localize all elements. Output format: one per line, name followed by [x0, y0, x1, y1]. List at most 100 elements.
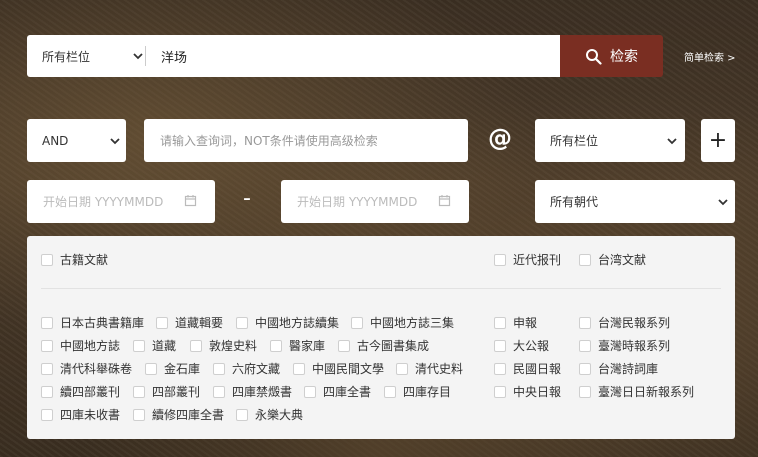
- checkbox-box[interactable]: [133, 408, 145, 421]
- checkbox-collection[interactable]: 古今圖書集成: [338, 337, 429, 354]
- field-select-value: 所有栏位: [42, 49, 91, 64]
- checkbox-label: 四庫未收書: [60, 408, 121, 422]
- operator-select[interactable]: AND: [27, 119, 126, 162]
- checkbox-collection[interactable]: 中國地方誌續集: [236, 314, 339, 331]
- checkbox-modern-periodicals[interactable]: 近代报刊: [494, 251, 561, 268]
- checkbox-box[interactable]: [145, 362, 157, 375]
- end-date-input[interactable]: 开始日期 YYYYMMDD: [281, 180, 469, 223]
- checkbox-collection[interactable]: 醫家庫: [270, 337, 325, 354]
- advanced-query-input[interactable]: 请输入查询词，NOT条件请使用高级检索: [144, 119, 468, 162]
- checkbox-periodical[interactable]: 民國日報: [494, 360, 561, 377]
- calendar-icon: [438, 195, 451, 207]
- checkbox-box[interactable]: [41, 253, 53, 266]
- checkbox-box[interactable]: [304, 385, 316, 398]
- checkbox-collection[interactable]: 永樂大典: [236, 406, 303, 423]
- checkbox-label: 清代科舉硃卷: [60, 362, 133, 376]
- search-input[interactable]: 洋场: [146, 35, 560, 77]
- checkbox-box[interactable]: [190, 339, 202, 352]
- checkbox-label: 中央日報: [513, 385, 562, 399]
- checkbox-collection[interactable]: 四部叢刊: [133, 383, 200, 400]
- checkbox-label: 道藏輯要: [175, 316, 224, 330]
- checkbox-collection[interactable]: 四庫全書: [304, 383, 371, 400]
- operator-value: AND: [42, 133, 69, 148]
- checkbox-box[interactable]: [494, 385, 506, 398]
- checkbox-collection[interactable]: 續修四庫全書: [133, 406, 224, 423]
- checkbox-collection[interactable]: 清代史料: [396, 360, 463, 377]
- checkbox-periodical[interactable]: 申報: [494, 314, 537, 331]
- checkbox-box[interactable]: [396, 362, 408, 375]
- checkbox-collection[interactable]: 四庫未收書: [41, 406, 120, 423]
- main-search-bar: 所有栏位 洋场: [27, 35, 560, 77]
- checkbox-label: 台灣民報系列: [598, 316, 671, 330]
- checkbox-box[interactable]: [133, 339, 145, 352]
- checkbox-taiwan[interactable]: 台灣民報系列: [579, 314, 670, 331]
- checkbox-box[interactable]: [41, 385, 53, 398]
- checkbox-label: 民國日報: [513, 362, 562, 376]
- checkbox-collection[interactable]: 續四部叢刊: [41, 383, 120, 400]
- checkbox-box[interactable]: [41, 339, 53, 352]
- checkbox-ancient-texts[interactable]: 古籍文献: [41, 251, 108, 268]
- checkbox-label: 金石庫: [164, 362, 201, 376]
- chevron-down-icon: [718, 199, 728, 206]
- checkbox-box[interactable]: [494, 316, 506, 329]
- checkbox-box[interactable]: [494, 339, 506, 352]
- checkbox-collection[interactable]: 六府文藏: [213, 360, 280, 377]
- checkbox-box[interactable]: [494, 253, 506, 266]
- checkbox-collection[interactable]: 道藏輯要: [156, 314, 223, 331]
- checkbox-periodical[interactable]: 大公報: [494, 337, 549, 354]
- checkbox-box[interactable]: [579, 316, 591, 329]
- checkbox-collection[interactable]: 四庫存目: [384, 383, 451, 400]
- checkbox-box[interactable]: [494, 362, 506, 375]
- checkbox-collection[interactable]: 四庫禁燬書: [213, 383, 292, 400]
- checkbox-box[interactable]: [213, 362, 225, 375]
- end-date-placeholder: 开始日期 YYYYMMDD: [297, 195, 418, 209]
- checkbox-box[interactable]: [156, 316, 168, 329]
- add-condition-button[interactable]: +: [701, 119, 735, 162]
- checkbox-label: 中國地方誌: [60, 339, 121, 353]
- checkbox-box[interactable]: [338, 339, 350, 352]
- simple-search-link[interactable]: 简单检索 >: [684, 49, 736, 64]
- checkbox-collection[interactable]: 金石庫: [145, 360, 200, 377]
- checkbox-box[interactable]: [41, 408, 53, 421]
- checkbox-box[interactable]: [41, 362, 53, 375]
- checkbox-taiwan[interactable]: 台灣詩詞庫: [579, 360, 658, 377]
- date-separator: -: [243, 186, 251, 211]
- checkbox-taiwan[interactable]: 臺灣時報系列: [579, 337, 670, 354]
- checkbox-box[interactable]: [384, 385, 396, 398]
- field-select[interactable]: 所有栏位: [27, 35, 145, 77]
- checkbox-box[interactable]: [579, 253, 591, 266]
- checkbox-box[interactable]: [351, 316, 363, 329]
- start-date-input[interactable]: 开始日期 YYYYMMDD: [27, 180, 215, 223]
- checkbox-label: 四庫禁燬書: [232, 385, 293, 399]
- checkbox-collection[interactable]: 清代科舉硃卷: [41, 360, 132, 377]
- search-button[interactable]: 检索: [560, 35, 663, 77]
- search-button-label: 检索: [610, 49, 638, 65]
- checkbox-collection[interactable]: 道藏: [133, 337, 176, 354]
- checkbox-collection[interactable]: 敦煌史料: [190, 337, 257, 354]
- checkbox-label: 日本古典書籍庫: [60, 316, 145, 330]
- checkbox-label: 近代报刊: [513, 253, 562, 267]
- checkbox-periodical[interactable]: 中央日報: [494, 383, 561, 400]
- chevron-down-icon: [133, 53, 143, 60]
- checkbox-box[interactable]: [236, 316, 248, 329]
- checkbox-box[interactable]: [236, 408, 248, 421]
- checkbox-box[interactable]: [579, 339, 591, 352]
- checkbox-collection[interactable]: 中國地方誌三集: [351, 314, 454, 331]
- checkbox-collection[interactable]: 中國民間文學: [293, 360, 384, 377]
- checkbox-box[interactable]: [133, 385, 145, 398]
- checkbox-box[interactable]: [579, 362, 591, 375]
- checkbox-taiwan-documents[interactable]: 台湾文献: [579, 251, 646, 268]
- checkbox-box[interactable]: [293, 362, 305, 375]
- advanced-field-select[interactable]: 所有栏位: [535, 119, 685, 162]
- checkbox-taiwan[interactable]: 臺灣日日新報系列: [579, 383, 694, 400]
- dynasty-select[interactable]: 所有朝代: [535, 180, 735, 223]
- checkbox-box[interactable]: [579, 385, 591, 398]
- checkbox-box[interactable]: [213, 385, 225, 398]
- checkbox-label: 四庫全書: [323, 385, 372, 399]
- checkbox-label: 台灣詩詞庫: [598, 362, 659, 376]
- checkbox-collection[interactable]: 中國地方誌: [41, 337, 120, 354]
- checkbox-label: 續四部叢刊: [60, 385, 121, 399]
- checkbox-box[interactable]: [41, 316, 53, 329]
- checkbox-box[interactable]: [270, 339, 282, 352]
- checkbox-collection[interactable]: 日本古典書籍庫: [41, 314, 144, 331]
